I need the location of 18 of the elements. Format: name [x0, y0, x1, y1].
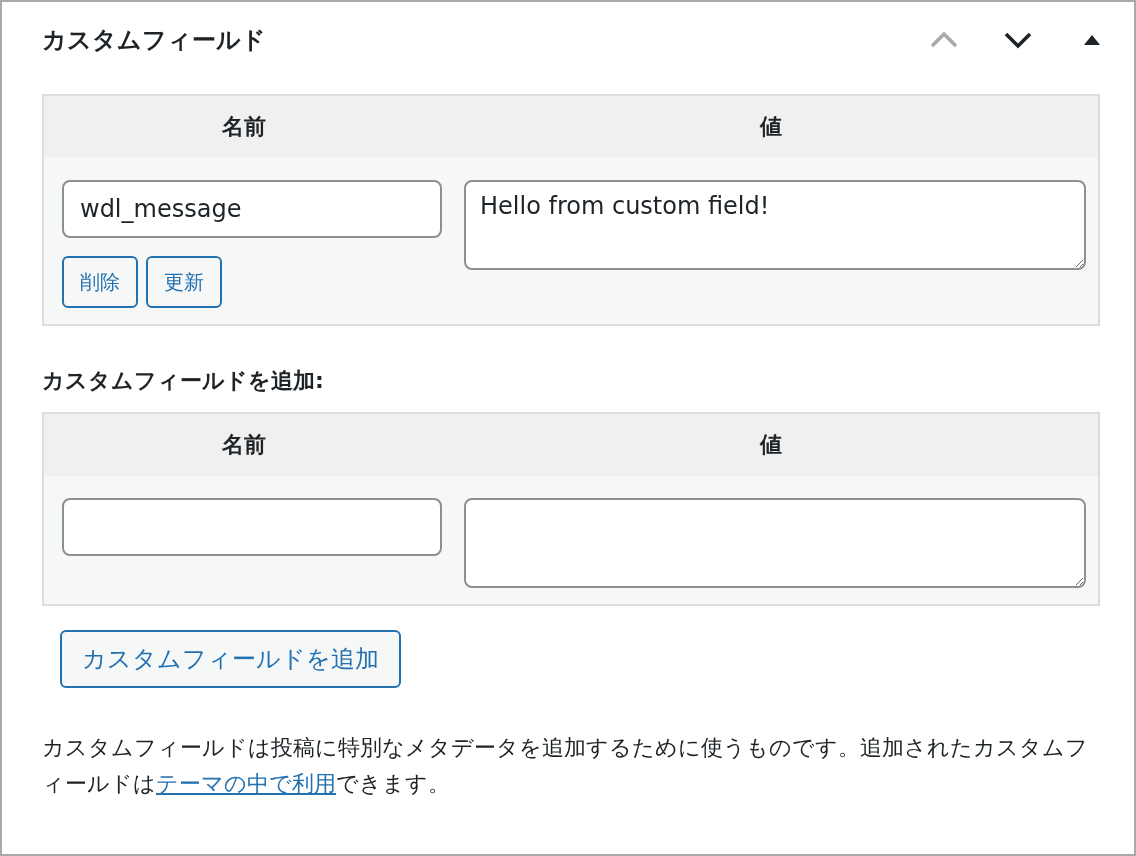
add-field-button[interactable]: カスタムフィールドを追加	[60, 630, 401, 688]
column-header: 値	[758, 431, 783, 459]
panel-title: カスタムフィールド	[42, 25, 266, 56]
chevron-up-icon	[929, 31, 959, 49]
add-field-heading: カスタムフィールドを追加:	[42, 367, 325, 395]
column-header: 名前	[221, 113, 267, 141]
description-text: カスタムフィールドは投稿に特別なメタデータを追加するために使うものです。追加されたカスタムフィールドはテーマの中で利用できます。	[42, 734, 1089, 798]
name-field[interactable]	[62, 498, 442, 556]
value-field[interactable]: Hello from custom field!	[464, 180, 1086, 270]
update-button[interactable]: 更新	[146, 256, 222, 308]
name-field[interactable]: wdl_message	[62, 180, 442, 238]
theme-usage-link[interactable]: テーマの中で利用	[156, 771, 336, 796]
triangle-up-icon	[1084, 35, 1100, 45]
column-header: 値	[758, 113, 783, 141]
value-field[interactable]	[464, 498, 1086, 588]
chevron-down-icon	[1003, 31, 1033, 49]
column-header: 名前	[221, 431, 267, 459]
delete-button[interactable]: 削除	[62, 256, 138, 308]
